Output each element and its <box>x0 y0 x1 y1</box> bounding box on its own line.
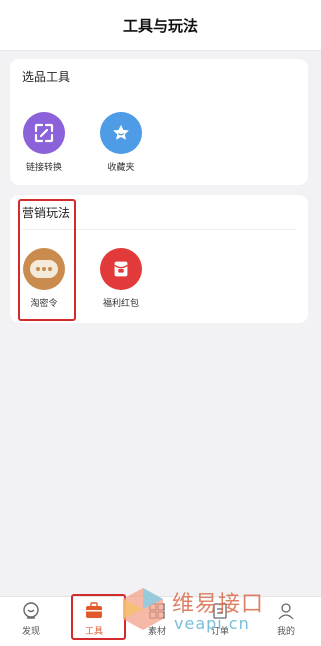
tool-link-convert[interactable]: 链接转换 <box>16 112 72 173</box>
tab-label: 素材 <box>147 627 166 637</box>
bottom-tabbar: 发现 工具 素材 订单 我的 <box>0 596 321 646</box>
section-title: 选品工具 <box>22 70 71 84</box>
link-convert-icon <box>23 112 65 154</box>
tab-label: 订单 <box>210 627 229 637</box>
tool-label: 收藏夹 <box>107 163 135 173</box>
red-envelope-icon <box>100 248 142 290</box>
tool-favorites[interactable]: 收藏夹 <box>93 112 149 173</box>
highlight-box <box>71 594 126 640</box>
tool-label: 福利红包 <box>102 299 139 309</box>
tab-materials[interactable]: 素材 <box>133 601 181 637</box>
star-favorite-icon <box>100 112 142 154</box>
page-title: 工具与玩法 <box>122 16 198 35</box>
grid-icon <box>133 601 181 621</box>
tool-label: 链接转换 <box>25 163 62 173</box>
tool-red-envelope[interactable]: 福利红包 <box>93 248 149 309</box>
highlight-box <box>18 199 76 321</box>
section-product-tools: 选品工具 链接转换 收藏夹 <box>10 59 308 185</box>
tab-label: 我的 <box>276 627 295 637</box>
tab-label: 发现 <box>21 627 40 637</box>
discover-icon <box>7 601 55 621</box>
tab-discover[interactable]: 发现 <box>7 601 55 637</box>
tab-profile[interactable]: 我的 <box>262 601 310 637</box>
top-header: 工具与玩法 <box>0 0 321 51</box>
order-icon <box>196 601 244 621</box>
tab-orders[interactable]: 订单 <box>196 601 244 637</box>
profile-icon <box>262 601 310 621</box>
